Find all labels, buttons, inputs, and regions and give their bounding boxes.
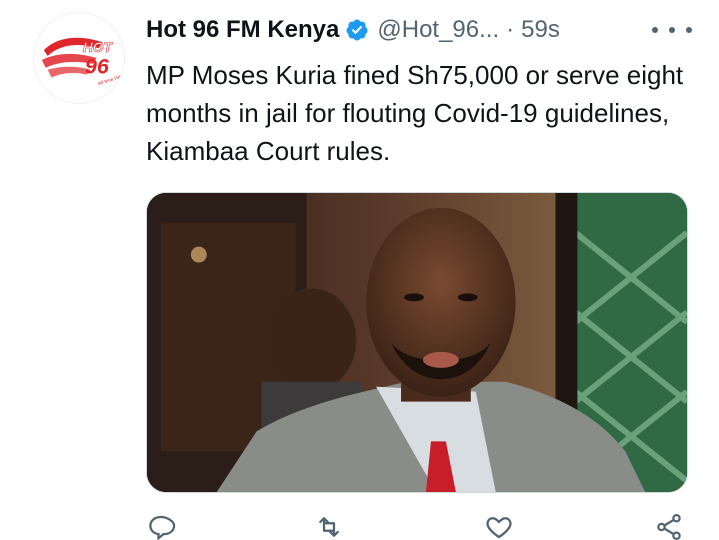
tweet-photo[interactable] — [146, 192, 688, 493]
timestamp[interactable]: 59s — [521, 16, 560, 44]
like-icon — [486, 517, 512, 539]
like-button[interactable] — [484, 512, 524, 540]
hot96-logo: HOT 96 All time Hits! — [34, 13, 124, 103]
tweet[interactable]: HOT 96 All time Hits! Hot 96 FM Kenya @H… — [0, 0, 719, 540]
tweet-header: Hot 96 FM Kenya @Hot_96... · 59s — [146, 12, 560, 48]
avatar[interactable]: HOT 96 All time Hits! — [33, 12, 125, 104]
share-icon — [657, 514, 681, 540]
verified-badge-icon — [345, 18, 369, 42]
display-name[interactable]: Hot 96 FM Kenya — [146, 16, 339, 44]
retweet-icon — [319, 517, 339, 537]
more-icon[interactable] — [652, 18, 692, 42]
svg-text:HOT: HOT — [83, 40, 114, 55]
svg-text:96: 96 — [85, 55, 110, 79]
share-button[interactable] — [654, 512, 694, 540]
tweet-actions — [146, 512, 706, 540]
separator-dot: · — [506, 16, 515, 43]
more-dot — [669, 27, 675, 33]
photo-of-man-in-suit — [147, 193, 687, 492]
tweet-text: MP Moses Kuria fined Sh75,000 or serve e… — [146, 60, 684, 166]
more-dot — [652, 27, 658, 33]
retweet-button[interactable] — [314, 512, 354, 540]
user-handle[interactable]: @Hot_96... — [377, 16, 499, 44]
reply-icon — [149, 515, 176, 540]
more-dot — [686, 27, 692, 33]
reply-button[interactable] — [146, 512, 186, 540]
